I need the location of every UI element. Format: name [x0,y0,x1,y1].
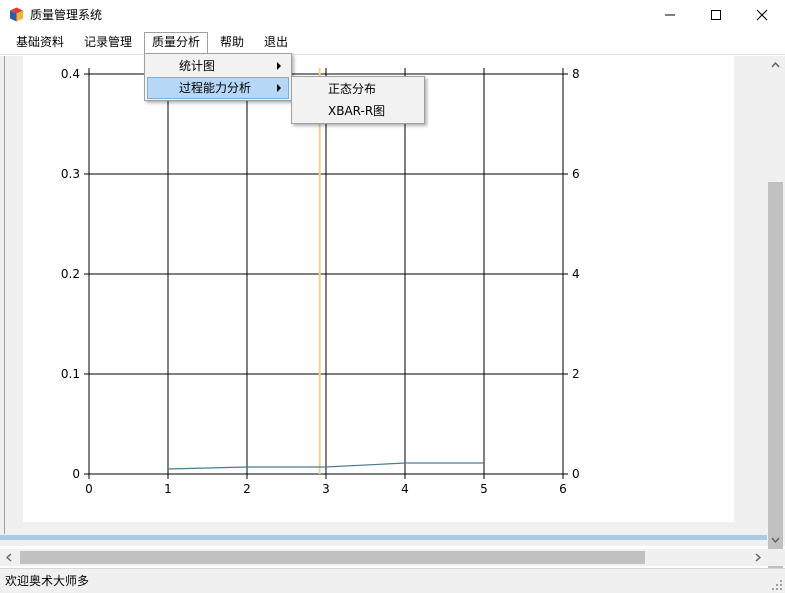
x-tick-label: 3 [322,482,330,496]
menu-item-xbar-r-chart[interactable]: XBAR-R图 [294,100,422,122]
scroll-left-arrow-icon[interactable] [6,553,12,562]
menu-item-process-capability-label: 过程能力分析 [179,81,252,95]
status-bar: 欢迎奥术大师多 [0,568,785,593]
menu-item-process-capability[interactable]: 过程能力分析 [147,77,289,99]
y-tick-label: 0 [72,467,80,481]
x-tick-label: 4 [401,482,409,496]
resize-grip-icon[interactable] [771,579,783,591]
x-tick-label: 6 [559,482,567,496]
y-tick-label: 0.3 [61,167,80,181]
menu-item-xbar-r-chart-label: XBAR-R图 [328,104,386,118]
x-tick-label: 0 [85,482,93,496]
scroll-up-arrow-icon[interactable] [771,62,780,68]
submenu-arrow-icon [277,84,281,92]
y-tick-label: 0.2 [61,267,80,281]
menu-item-normal-distribution[interactable]: 正态分布 [294,78,422,100]
y2-tick-label: 6 [572,167,580,181]
process-capability-submenu: 正态分布 XBAR-R图 [291,76,425,124]
x-tick-label: 1 [164,482,172,496]
y-tick-label: 0.4 [61,67,80,81]
x-tick-label: 5 [480,482,488,496]
horizontal-scrollbar[interactable] [0,549,767,566]
y2-tick-label: 8 [572,67,580,81]
menu-item-normal-distribution-label: 正态分布 [328,82,377,96]
x-tick-label: 2 [243,482,251,496]
horizontal-scroll-thumb[interactable] [20,551,645,564]
status-text: 欢迎奥术大师多 [5,574,90,588]
y2-tick-label: 2 [572,367,580,381]
y2-tick-label: 4 [572,267,580,281]
scrollbar-corner [767,549,785,566]
menu-item-statistics-chart[interactable]: 统计图 [147,55,289,77]
y-tick-label: 0.1 [61,367,80,381]
scroll-right-arrow-icon[interactable] [755,553,761,562]
menu-item-statistics-chart-label: 统计图 [179,59,216,73]
y2-tick-label: 0 [572,467,580,481]
submenu-arrow-icon [277,62,281,70]
quality-analysis-dropdown: 统计图 过程能力分析 [144,53,292,101]
vertical-scroll-thumb[interactable] [768,182,783,587]
scroll-down-arrow-icon[interactable] [771,537,780,543]
vertical-scrollbar[interactable] [767,56,784,587]
